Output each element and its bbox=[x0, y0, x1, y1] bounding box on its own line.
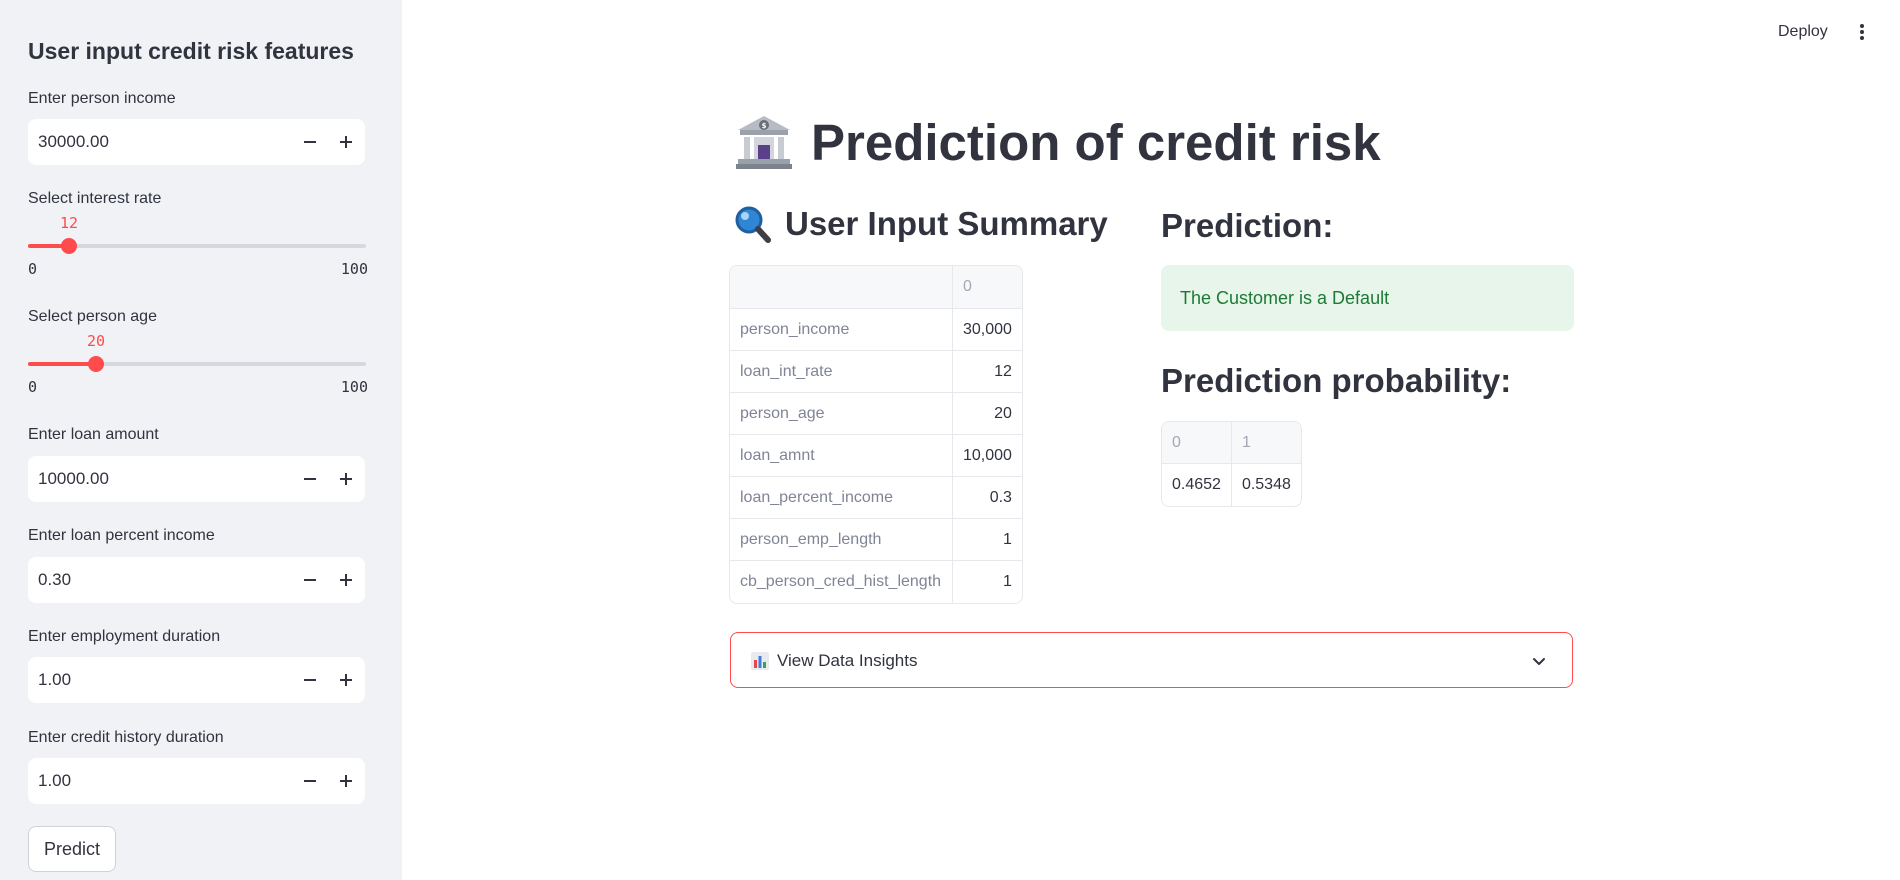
table-row: loan_int_rate 12 bbox=[730, 351, 1022, 393]
table-column-header[interactable]: 1 bbox=[1231, 422, 1301, 464]
minus-icon bbox=[304, 579, 316, 581]
slider-min-label: 0 bbox=[28, 260, 38, 278]
row-value: 0.3 bbox=[953, 477, 1022, 519]
loan-percent-income-input[interactable]: 0.30 bbox=[28, 557, 365, 603]
table-row: loan_percent_income 0.3 bbox=[730, 477, 1022, 519]
table-column-header[interactable]: 0 bbox=[953, 266, 1022, 309]
slider-thumb[interactable] bbox=[61, 238, 77, 254]
row-label: cb_person_cred_hist_length bbox=[730, 561, 953, 603]
magnifier-icon bbox=[735, 206, 771, 243]
person-age-slider[interactable]: 20 0 100 bbox=[28, 332, 368, 396]
probability-value: 0.5348 bbox=[1241, 476, 1291, 493]
slider-max-label: 100 bbox=[340, 260, 368, 278]
loan-amount-input[interactable]: 10000.00 bbox=[28, 456, 365, 502]
loan-amount-value[interactable]: 10000.00 bbox=[38, 469, 109, 489]
probability-value: 0.4652 bbox=[1162, 464, 1232, 506]
row-label: loan_int_rate bbox=[730, 351, 953, 393]
loan-percent-income-increment-button[interactable] bbox=[327, 557, 365, 603]
loan-amount-label: Enter loan amount bbox=[28, 426, 159, 443]
interest-rate-label: Select interest rate bbox=[28, 190, 162, 207]
bar-chart-icon bbox=[751, 652, 769, 670]
table-header-row: 0 1 bbox=[1162, 422, 1301, 464]
table-row: person_emp_length 1 bbox=[730, 519, 1022, 561]
table-column-header[interactable]: 0 bbox=[1162, 422, 1232, 464]
svg-text:$: $ bbox=[762, 122, 767, 130]
table-row: loan_amnt 10,000 bbox=[730, 435, 1022, 477]
loan-percent-income-value[interactable]: 0.30 bbox=[38, 570, 71, 590]
person-income-value[interactable]: 30000.00 bbox=[38, 132, 109, 152]
person-income-decrement-button[interactable] bbox=[291, 119, 329, 165]
row-value: 20 bbox=[953, 393, 1022, 435]
credit-history-duration-value[interactable]: 1.00 bbox=[38, 771, 71, 791]
sidebar: User input credit risk features Enter pe… bbox=[0, 0, 402, 880]
slider-current-value: 12 bbox=[59, 214, 79, 232]
slider-fill bbox=[28, 362, 96, 366]
person-income-increment-button[interactable] bbox=[327, 119, 365, 165]
employment-duration-increment-button[interactable] bbox=[327, 657, 365, 703]
credit-history-duration-decrement-button[interactable] bbox=[291, 758, 329, 804]
page-title-text: Prediction of credit risk bbox=[811, 113, 1381, 171]
person-income-label: Enter person income bbox=[28, 90, 176, 107]
probability-heading: Prediction probability: bbox=[1161, 362, 1512, 399]
minus-icon bbox=[304, 141, 316, 143]
table-corner-cell bbox=[730, 266, 953, 309]
credit-history-duration-label: Enter credit history duration bbox=[28, 729, 224, 746]
minus-icon bbox=[304, 478, 316, 480]
employment-duration-decrement-button[interactable] bbox=[291, 657, 329, 703]
table-row: 0.4652 0.5348 bbox=[1162, 464, 1301, 506]
summary-table: 0 person_income 30,000 loan_int_rate 12 pe… bbox=[729, 265, 1023, 604]
prediction-result-text: The Customer is a Default bbox=[1180, 288, 1390, 308]
row-label: loan_percent_income bbox=[730, 477, 953, 519]
prediction-result-alert: The Customer is a Default bbox=[1161, 265, 1574, 331]
row-value: 1 bbox=[1003, 573, 1012, 590]
sidebar-title: User input credit risk features bbox=[28, 38, 354, 64]
row-value: 10,000 bbox=[953, 435, 1022, 477]
bank-icon: $ bbox=[736, 116, 792, 169]
interest-rate-slider[interactable]: 12 0 100 bbox=[28, 214, 368, 278]
slider-max-label: 100 bbox=[340, 378, 368, 396]
page-title: $ Prediction of credit risk bbox=[735, 112, 1381, 172]
minus-icon bbox=[304, 780, 316, 782]
row-label: person_emp_length bbox=[730, 519, 953, 561]
deploy-button[interactable]: Deploy bbox=[1778, 23, 1828, 41]
row-label: person_income bbox=[730, 309, 953, 351]
table-header-row: 0 bbox=[730, 266, 1022, 309]
minus-icon bbox=[304, 679, 316, 681]
credit-history-duration-input[interactable]: 1.00 bbox=[28, 758, 365, 804]
loan-amount-decrement-button[interactable] bbox=[291, 456, 329, 502]
employment-duration-label: Enter employment duration bbox=[28, 628, 221, 645]
loan-amount-increment-button[interactable] bbox=[327, 456, 365, 502]
slider-track[interactable] bbox=[28, 244, 366, 248]
row-value: 1 bbox=[953, 519, 1022, 561]
table-row: person_income 30,000 bbox=[730, 309, 1022, 351]
expander-label: View Data Insights bbox=[777, 651, 918, 670]
person-age-label: Select person age bbox=[28, 308, 157, 325]
table-row: cb_person_cred_hist_length 1 bbox=[730, 561, 1022, 603]
credit-history-duration-increment-button[interactable] bbox=[327, 758, 365, 804]
chevron-down-icon bbox=[1533, 658, 1545, 665]
row-label: person_age bbox=[730, 393, 953, 435]
summary-heading-text: User Input Summary bbox=[785, 205, 1108, 242]
row-value: 12 bbox=[953, 351, 1022, 393]
employment-duration-value[interactable]: 1.00 bbox=[38, 670, 71, 690]
predict-button[interactable]: Predict bbox=[28, 826, 116, 872]
slider-min-label: 0 bbox=[28, 378, 38, 396]
loan-percent-income-label: Enter loan percent income bbox=[28, 527, 215, 544]
employment-duration-input[interactable]: 1.00 bbox=[28, 657, 365, 703]
slider-current-value: 20 bbox=[86, 332, 106, 350]
person-income-input[interactable]: 30000.00 bbox=[28, 119, 365, 165]
row-label: loan_amnt bbox=[730, 435, 953, 477]
prediction-heading: Prediction: bbox=[1161, 207, 1334, 244]
probability-table: 0 1 0.4652 0.5348 bbox=[1161, 421, 1302, 507]
data-insights-expander[interactable]: View Data Insights bbox=[730, 632, 1573, 688]
summary-heading: User Input Summary bbox=[733, 205, 1108, 243]
table-row: person_age 20 bbox=[730, 393, 1022, 435]
row-value: 30,000 bbox=[953, 309, 1022, 351]
slider-thumb[interactable] bbox=[88, 356, 104, 372]
kebab-menu-icon[interactable] bbox=[1852, 20, 1872, 44]
loan-percent-income-decrement-button[interactable] bbox=[291, 557, 329, 603]
